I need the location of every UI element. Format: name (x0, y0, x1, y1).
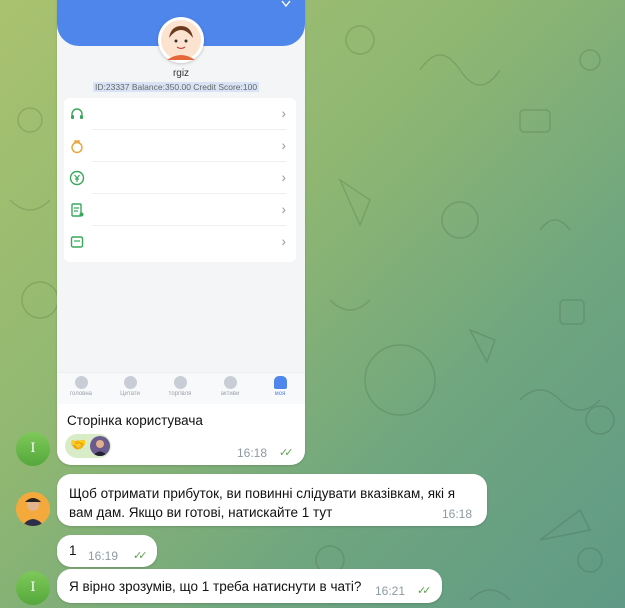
message-time: 16:19 (88, 549, 119, 563)
menu-item-support[interactable]: › (64, 98, 296, 130)
user-avatar-icon (161, 20, 201, 60)
profile-menu: › › › › › (64, 98, 296, 262)
chevron-right-icon: › (281, 201, 286, 217)
message-time: 16:21 (375, 584, 406, 598)
photo-message-card[interactable]: rgiz ID:23337 Balance:350.00 Credit Scor… (57, 0, 305, 465)
message-text: 1 (69, 543, 77, 558)
chevron-right-icon: › (281, 105, 286, 121)
trade-icon (173, 376, 187, 389)
tab-home[interactable]: головна (59, 376, 103, 397)
tab-assets[interactable]: активи (208, 376, 252, 397)
menu-item-security[interactable]: › (64, 130, 296, 162)
home-icon (74, 376, 88, 389)
wallet-icon (70, 236, 84, 248)
lock-icon (71, 140, 83, 154)
profile-avatar (158, 17, 204, 63)
read-checkmarks-icon: ✓✓ (417, 585, 432, 597)
tab-quotes[interactable]: Цитати (108, 376, 152, 397)
tab-mine[interactable]: моя (258, 376, 302, 397)
sender-avatar[interactable]: I (16, 571, 50, 605)
reactor-avatar (90, 436, 110, 456)
message-time: 16:18 (442, 507, 473, 521)
profile-account-info: ID:23337 Balance:350.00 Credit Score:100 (93, 82, 260, 92)
read-checkmarks-icon: ✓✓ (279, 447, 294, 459)
chevron-right-icon: › (281, 169, 286, 185)
message-reactions[interactable]: 🤝 (65, 434, 111, 458)
more-icon (281, 0, 291, 8)
bottom-tab-bar: головна Цитати торгівля активи моя (57, 372, 305, 404)
sender-avatar[interactable]: I (16, 432, 50, 466)
profile-username: rgiz (172, 68, 190, 79)
read-checkmarks-icon: ✓✓ (133, 550, 148, 562)
document-icon (71, 203, 84, 217)
menu-item-records[interactable]: › (64, 194, 296, 226)
message-text: Я вірно зрозумів, що 1 треба натиснути в… (69, 579, 362, 594)
chevron-right-icon: › (281, 137, 286, 153)
bot-avatar[interactable] (16, 492, 50, 526)
outgoing-message-bubble[interactable]: 1 16:19 ✓✓ (57, 535, 157, 567)
incoming-message-bubble[interactable]: Щоб отримати прибуток, ви повинні слідув… (57, 474, 487, 526)
message-time: 16:18 (237, 446, 268, 460)
headset-icon (71, 108, 83, 119)
message-text: Щоб отримати прибуток, ви повинні слідув… (69, 486, 456, 520)
outgoing-message-bubble[interactable]: Я вірно зрозумів, що 1 треба натиснути в… (57, 569, 442, 603)
app-screenshot-image[interactable]: rgiz ID:23337 Balance:350.00 Credit Scor… (57, 0, 305, 404)
menu-item-wallet[interactable]: › (64, 226, 296, 258)
message-text: Сторінка користувача (67, 413, 203, 428)
person-icon (273, 376, 287, 389)
chevron-right-icon: › (281, 233, 286, 249)
tab-trade[interactable]: торгівля (158, 376, 202, 397)
assets-icon (223, 376, 237, 389)
yen-coin-icon (69, 170, 85, 186)
chart-icon (123, 376, 137, 389)
menu-item-funds[interactable]: › (64, 162, 296, 194)
handshake-reaction-icon: 🤝 (70, 437, 87, 452)
